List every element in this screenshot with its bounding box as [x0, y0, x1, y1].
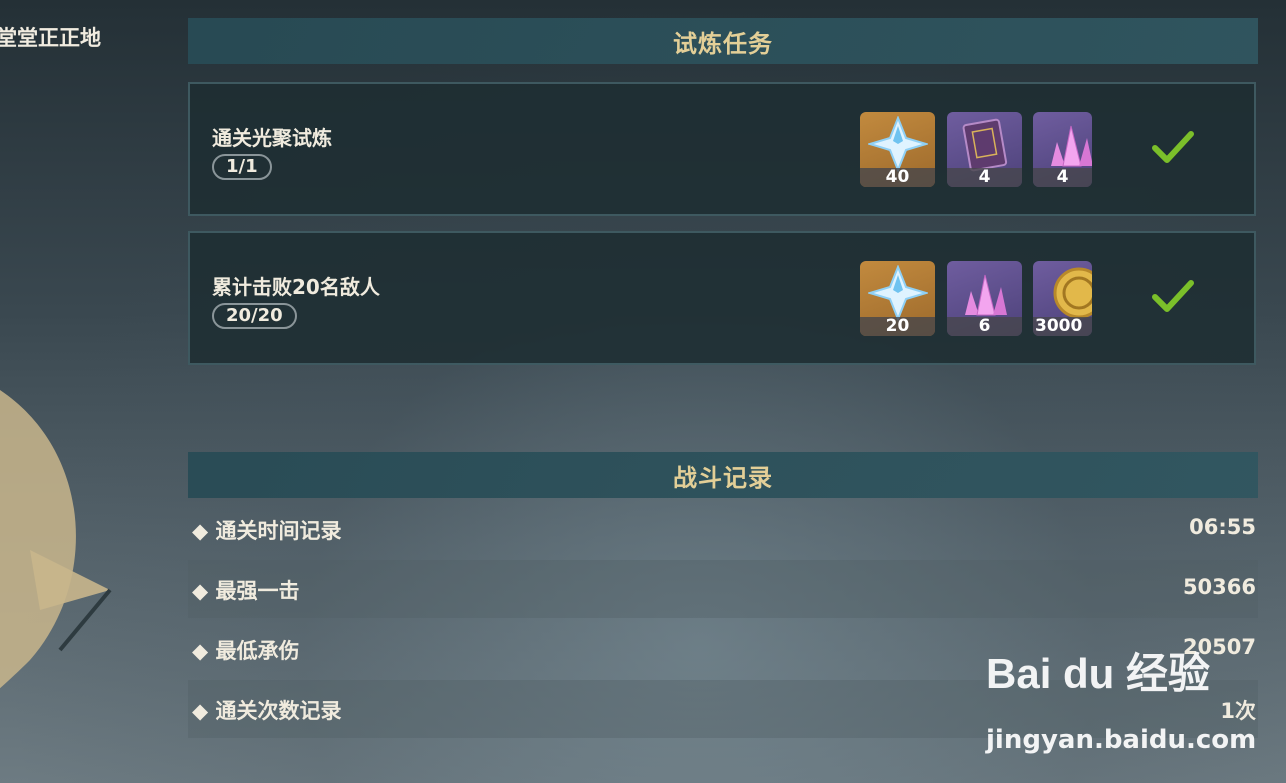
reward-count: 4: [947, 168, 1022, 187]
stat-label: ◆ 最强一击: [192, 579, 300, 603]
task-progress: 1/1: [212, 154, 272, 180]
crystal-icon: [965, 274, 1007, 316]
emblem-decoration-icon: [0, 390, 112, 689]
reward-mora[interactable]: 3000: [1033, 261, 1092, 336]
watermark-url: jingyan.baidu.com: [986, 725, 1257, 755]
completed-check-icon: [1152, 280, 1194, 312]
battle-record-header: 战斗记录: [188, 452, 1258, 498]
reward-count: 40: [860, 168, 935, 187]
task-card-2: 累计击败20名敌人 20/20 20 6 3000: [188, 231, 1256, 365]
task-title: 累计击败20名敌人: [212, 275, 380, 299]
primogem-icon: [868, 116, 928, 172]
trial-tasks-header: 试炼任务: [188, 18, 1258, 64]
reward-book[interactable]: 4: [947, 112, 1022, 187]
reward-count: 3000: [1033, 317, 1092, 336]
book-icon: [962, 118, 1008, 172]
reward-primogem[interactable]: 20: [860, 261, 935, 336]
reward-crystal[interactable]: 4: [1033, 112, 1092, 187]
stat-row-strongest-hit: ◆ 最强一击 50366: [188, 560, 1258, 618]
stat-label: ◆ 通关时间记录: [192, 519, 342, 543]
stat-value: 1次: [1220, 699, 1256, 723]
top-left-text: 堂堂正正地: [0, 26, 101, 50]
primogem-icon: [868, 265, 928, 321]
task-title: 通关光聚试炼: [212, 126, 332, 150]
reward-count: 20: [860, 317, 935, 336]
completed-check-icon: [1152, 131, 1194, 163]
mora-coin-icon: [1053, 267, 1092, 319]
stat-label: ◆ 最低承伤: [192, 639, 300, 663]
stat-row-clear-time: ◆ 通关时间记录 06:55: [188, 500, 1258, 558]
crystal-icon: [1051, 125, 1092, 167]
reward-crystal[interactable]: 6: [947, 261, 1022, 336]
stat-value: 06:55: [1189, 515, 1256, 539]
task-progress: 20/20: [212, 303, 297, 329]
baidu-watermark-logo: Bai du 经验: [986, 640, 1210, 701]
stat-value: 50366: [1182, 575, 1256, 599]
stat-label: ◆ 通关次数记录: [192, 699, 342, 723]
task-card-1: 通关光聚试炼 1/1 40 4 4: [188, 82, 1256, 216]
reward-count: 6: [947, 317, 1022, 336]
watermark-brand: Bai du 经验: [986, 650, 1211, 697]
reward-primogem[interactable]: 40: [860, 112, 935, 187]
reward-count: 4: [1033, 168, 1092, 187]
